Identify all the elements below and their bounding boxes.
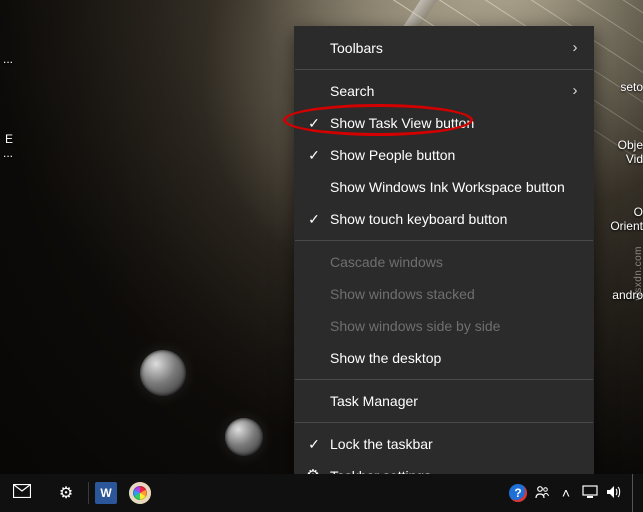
menu-item-windows-stacked: Show windows stacked: [294, 278, 594, 310]
watermark: wsxdn.com: [634, 246, 643, 301]
menu-item-show-touch-keyboard[interactable]: ✓ Show touch keyboard button: [294, 203, 594, 235]
menu-label: Show the desktop: [330, 350, 441, 366]
help-icon: ?: [509, 484, 527, 502]
menu-item-toolbars[interactable]: Toolbars ›: [294, 32, 594, 64]
desktop-icon-label[interactable]: seto: [620, 80, 643, 94]
menu-item-show-people[interactable]: ✓ Show People button: [294, 139, 594, 171]
chevron-up-icon: ˄: [562, 485, 570, 501]
monitor-icon: [582, 485, 598, 502]
menu-item-search[interactable]: Search ›: [294, 75, 594, 107]
menu-label: Show People button: [330, 147, 455, 163]
task-word[interactable]: W: [89, 474, 123, 512]
tray-volume[interactable]: [602, 474, 626, 512]
gear-icon: ⚙: [59, 483, 73, 503]
chevron-right-icon: ›: [568, 75, 582, 107]
desktop-icon-label[interactable]: ...: [3, 52, 13, 66]
menu-item-show-task-view[interactable]: ✓ Show Task View button: [294, 107, 594, 139]
desktop-icon-label[interactable]: E ...: [3, 132, 13, 161]
people-icon: [534, 484, 550, 503]
desktop-icon-label[interactable]: Obje Vid: [618, 138, 643, 167]
chevron-right-icon: ›: [568, 32, 582, 64]
menu-item-task-manager[interactable]: Task Manager: [294, 385, 594, 417]
settings-button[interactable]: ⚙: [44, 474, 88, 512]
paint-icon: [129, 482, 151, 504]
menu-item-show-desktop[interactable]: Show the desktop: [294, 342, 594, 374]
tray-people[interactable]: [530, 474, 554, 512]
menu-item-cascade-windows: Cascade windows: [294, 246, 594, 278]
menu-label: Search: [330, 83, 374, 99]
word-icon: W: [95, 482, 117, 504]
tray-help[interactable]: ?: [506, 474, 530, 512]
tray-overflow[interactable]: ˄: [554, 474, 578, 512]
desktop-icon-label[interactable]: O Orient: [610, 205, 643, 234]
menu-label: Show windows side by side: [330, 318, 500, 334]
menu-label: Cascade windows: [330, 254, 443, 270]
speaker-icon: [606, 485, 622, 502]
menu-separator: [295, 379, 593, 380]
guitar-knob: [140, 350, 186, 396]
menu-separator: [295, 69, 593, 70]
menu-item-show-ink-workspace[interactable]: Show Windows Ink Workspace button: [294, 171, 594, 203]
mail-icon: [13, 484, 31, 503]
menu-item-lock-taskbar[interactable]: ✓ Lock the taskbar: [294, 428, 594, 460]
tray-network[interactable]: [578, 474, 602, 512]
guitar-knob: [225, 418, 263, 456]
check-icon: ✓: [304, 203, 324, 235]
taskbar-context-menu: Toolbars › Search › ✓ Show Task View but…: [294, 26, 594, 498]
menu-separator: [295, 422, 593, 423]
menu-label: Lock the taskbar: [330, 436, 433, 452]
show-desktop-peek[interactable]: [632, 474, 639, 512]
task-paint[interactable]: [123, 474, 157, 512]
taskbar-left: ⚙ W: [0, 474, 157, 512]
check-icon: ✓: [304, 428, 324, 460]
menu-label: Show windows stacked: [330, 286, 475, 302]
check-icon: ✓: [304, 139, 324, 171]
menu-label: Show Task View button: [330, 115, 474, 131]
menu-label: Show Windows Ink Workspace button: [330, 179, 565, 195]
check-icon: ✓: [304, 107, 324, 139]
menu-separator: [295, 240, 593, 241]
taskbar: ⚙ W ? ˄: [0, 474, 643, 512]
menu-label: Toolbars: [330, 40, 383, 56]
menu-label: Show touch keyboard button: [330, 211, 507, 227]
menu-item-windows-side-by-side: Show windows side by side: [294, 310, 594, 342]
menu-label: Task Manager: [330, 393, 418, 409]
mail-button[interactable]: [0, 474, 44, 512]
system-tray: ? ˄: [506, 474, 643, 512]
